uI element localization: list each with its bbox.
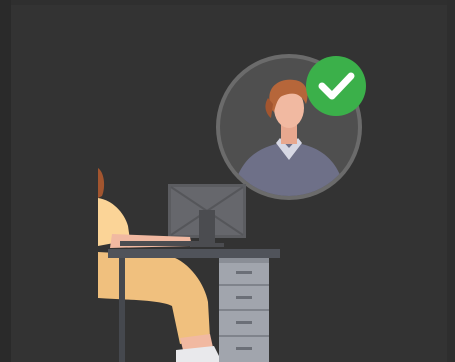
illustration-frame: [0, 0, 455, 362]
verified-user-illustration: [11, 54, 366, 362]
check-badge-icon: [306, 56, 366, 116]
